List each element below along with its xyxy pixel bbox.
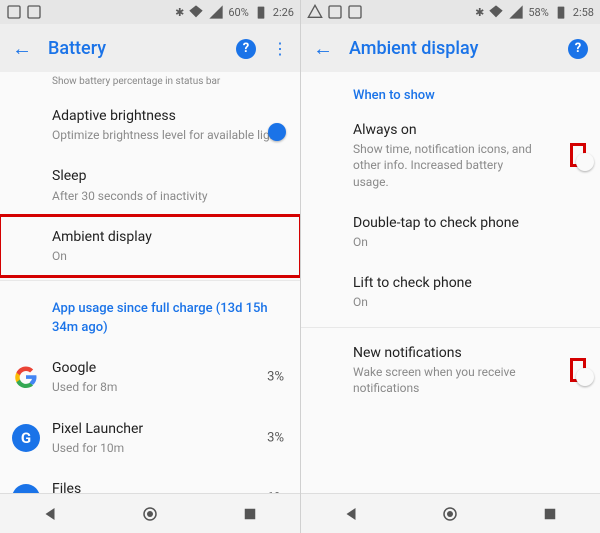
help-button[interactable]: ? bbox=[236, 37, 256, 59]
status-bar: ✱ 60% 2:26 bbox=[0, 0, 300, 24]
app-sub: Used for 10m bbox=[52, 440, 284, 456]
divider bbox=[0, 280, 300, 281]
battery-icon bbox=[253, 4, 269, 20]
content[interactable]: When to show Always on Show time, notifi… bbox=[301, 72, 600, 493]
signal-icon bbox=[508, 4, 524, 20]
row-sub: Wake screen when you receive notificatio… bbox=[353, 364, 540, 396]
home-nav[interactable] bbox=[141, 505, 159, 523]
app-name: Google bbox=[52, 359, 284, 377]
notif-icon bbox=[6, 4, 22, 20]
adaptive-brightness-row[interactable]: Adaptive brightness Optimize brightness … bbox=[0, 95, 300, 155]
new-notifications-row[interactable]: New notifications Wake screen when you r… bbox=[301, 332, 600, 409]
app-row[interactable]: ▮ Files Used for 2m 1% bbox=[0, 468, 300, 493]
wifi-icon bbox=[488, 4, 504, 20]
double-tap-row[interactable]: Double-tap to check phone On bbox=[301, 202, 600, 262]
ambient-display-screen: ✱ 58% 2:58 ← Ambient display ? When to s… bbox=[300, 0, 600, 533]
row-title: Always on bbox=[353, 121, 540, 139]
battery-screen: ✱ 60% 2:26 ← Battery ? ⋮ Show battery pe… bbox=[0, 0, 300, 533]
signal-icon bbox=[208, 4, 224, 20]
battery-pct: 60% bbox=[228, 6, 248, 19]
status-bar: ✱ 58% 2:58 bbox=[301, 0, 600, 24]
bluetooth-icon: ✱ bbox=[475, 6, 484, 19]
app-bar: ← Ambient display ? bbox=[301, 24, 600, 72]
sleep-row[interactable]: Sleep After 30 seconds of inactivity bbox=[0, 155, 300, 215]
lift-check-row[interactable]: Lift to check phone On bbox=[301, 262, 600, 322]
app-pct: 1% bbox=[267, 491, 284, 493]
files-icon: ▮ bbox=[12, 484, 40, 493]
app-sub: Used for 8m bbox=[52, 379, 284, 395]
warning-icon bbox=[307, 4, 323, 20]
notif-icon bbox=[347, 4, 363, 20]
back-button[interactable]: ← bbox=[313, 36, 333, 61]
row-title: Adaptive brightness bbox=[52, 107, 284, 125]
help-button[interactable]: ? bbox=[568, 37, 588, 59]
usage-header: App usage since full charge (13d 15h 34m… bbox=[52, 301, 268, 335]
clock: 2:26 bbox=[273, 6, 294, 19]
row-title: Double-tap to check phone bbox=[353, 214, 584, 232]
notif-icon bbox=[26, 4, 42, 20]
battery-pct: 58% bbox=[528, 6, 548, 19]
back-button[interactable]: ← bbox=[12, 36, 32, 61]
section-header: When to show bbox=[301, 72, 600, 109]
ambient-display-row[interactable]: Ambient display On bbox=[0, 216, 300, 276]
divider bbox=[301, 327, 600, 328]
back-nav[interactable] bbox=[41, 505, 59, 523]
wifi-icon bbox=[188, 4, 204, 20]
row-sub: After 30 seconds of inactivity bbox=[52, 188, 284, 204]
row-sub: Show time, notification icons, and other… bbox=[353, 141, 540, 190]
app-row[interactable]: Google Used for 8m 3% bbox=[0, 347, 300, 407]
notif-icon bbox=[327, 4, 343, 20]
page-title: Battery bbox=[48, 38, 220, 59]
back-nav[interactable] bbox=[342, 505, 360, 523]
app-row[interactable]: G Pixel Launcher Used for 10m 3% bbox=[0, 408, 300, 468]
recent-nav[interactable] bbox=[241, 505, 259, 523]
row-sub: On bbox=[52, 248, 284, 264]
recent-nav[interactable] bbox=[541, 505, 559, 523]
row-title: Sleep bbox=[52, 167, 284, 185]
row-title: New notifications bbox=[353, 344, 540, 362]
row-sub: On bbox=[353, 294, 584, 310]
app-name: Pixel Launcher bbox=[52, 420, 284, 438]
hint-text: Show battery percentage in status bar bbox=[0, 72, 300, 95]
app-name: Files bbox=[52, 480, 284, 493]
page-title: Ambient display bbox=[349, 38, 552, 59]
pixel-launcher-icon: G bbox=[12, 424, 40, 452]
nav-bar bbox=[301, 493, 600, 533]
bluetooth-icon: ✱ bbox=[175, 6, 184, 19]
content[interactable]: Show battery percentage in status bar Ad… bbox=[0, 72, 300, 493]
app-bar: ← Battery ? ⋮ bbox=[0, 24, 300, 72]
row-title: Lift to check phone bbox=[353, 274, 584, 292]
usage-header-row[interactable]: App usage since full charge (13d 15h 34m… bbox=[0, 285, 300, 347]
overflow-button[interactable]: ⋮ bbox=[272, 39, 288, 58]
app-pct: 3% bbox=[267, 370, 284, 385]
always-on-row[interactable]: Always on Show time, notification icons,… bbox=[301, 109, 600, 202]
row-title: Ambient display bbox=[52, 228, 284, 246]
row-sub: On bbox=[353, 234, 584, 250]
home-nav[interactable] bbox=[441, 505, 459, 523]
nav-bar bbox=[0, 493, 300, 533]
google-icon bbox=[12, 363, 40, 391]
app-pct: 3% bbox=[267, 430, 284, 445]
battery-icon bbox=[553, 4, 569, 20]
clock: 2:58 bbox=[573, 6, 594, 19]
row-sub: Optimize brightness level for available … bbox=[52, 127, 284, 143]
